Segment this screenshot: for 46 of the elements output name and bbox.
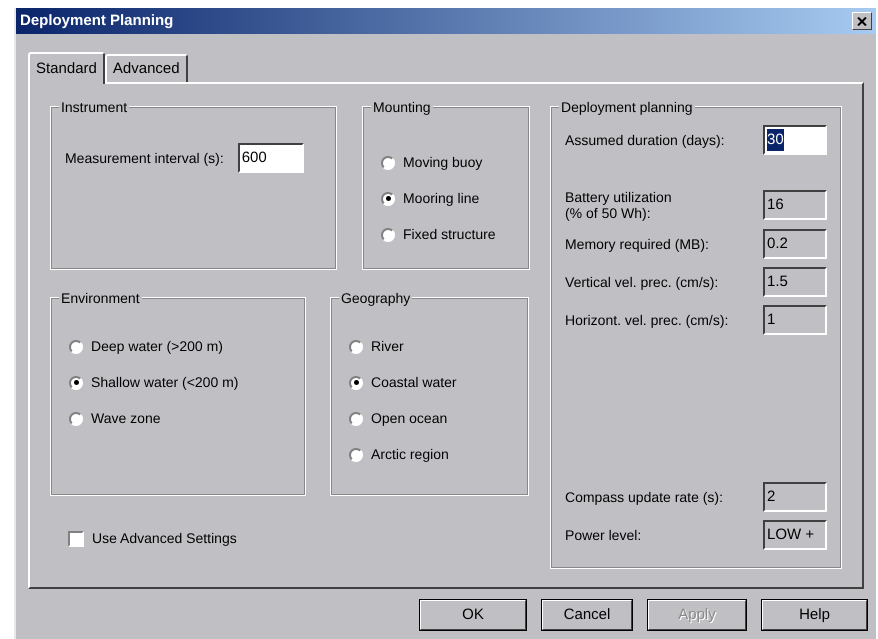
checkbox[interactable]: [68, 530, 84, 546]
radio-label[interactable]: Deep water (>200 m): [91, 336, 223, 357]
radio-label[interactable]: Fixed structure: [403, 224, 496, 245]
readonly-field: 16: [763, 190, 827, 220]
readonly-field: LOW +: [763, 520, 827, 550]
radio-button[interactable]: [381, 156, 395, 170]
radio-label[interactable]: River: [371, 336, 404, 357]
readonly-field: 1.5: [763, 267, 827, 298]
radio-button[interactable]: [69, 376, 83, 390]
radio-button[interactable]: [349, 376, 363, 390]
radio-label[interactable]: Wave zone: [91, 408, 161, 429]
close-icon: [857, 16, 867, 26]
readonly-field: 1: [763, 305, 827, 336]
radio-button[interactable]: [349, 412, 363, 426]
dialog-button[interactable]: Cancel: [541, 599, 633, 631]
field-label: Power level:: [565, 526, 642, 544]
field-label: Compass update rate (s):: [565, 488, 723, 506]
radio-label[interactable]: Arctic region: [371, 444, 449, 465]
radio-label[interactable]: Open ocean: [371, 408, 448, 429]
window-title: Deployment Planning: [20, 10, 174, 31]
radio-label[interactable]: Shallow water (<200 m): [91, 372, 238, 393]
radio-button[interactable]: [381, 228, 395, 242]
field-label: Vertical vel. prec. (cm/s):: [565, 274, 718, 290]
input-field[interactable]: 600: [238, 143, 304, 173]
tab[interactable]: Standard: [28, 52, 105, 84]
checkbox-label[interactable]: Use Advanced Settings: [92, 528, 237, 549]
readonly-field: 0.2: [763, 229, 827, 260]
field-label: Measurement interval (s):: [65, 148, 224, 168]
radio-button[interactable]: [349, 448, 363, 462]
radio-button[interactable]: [69, 340, 83, 354]
radio-label[interactable]: Coastal water: [371, 372, 457, 393]
field-label: Horizont. vel. prec. (cm/s):: [565, 312, 728, 328]
dialog-button[interactable]: OK: [419, 599, 527, 631]
field-label: Battery utilization (% of 50 Wh):: [565, 189, 672, 222]
close-button[interactable]: [852, 12, 872, 30]
dialog-button[interactable]: Help: [761, 599, 868, 631]
radio-label[interactable]: Mooring line: [403, 188, 480, 209]
radio-button[interactable]: [69, 412, 83, 426]
field-label: Memory required (MB):: [565, 236, 709, 252]
input-field[interactable]: 30: [763, 125, 827, 155]
field-label: Assumed duration (days):: [565, 132, 725, 148]
readonly-field: 2: [763, 482, 827, 512]
radio-label[interactable]: Moving buoy: [403, 152, 482, 173]
radio-button[interactable]: [349, 340, 363, 354]
tab[interactable]: Advanced: [104, 54, 188, 82]
radio-button[interactable]: [381, 192, 395, 206]
